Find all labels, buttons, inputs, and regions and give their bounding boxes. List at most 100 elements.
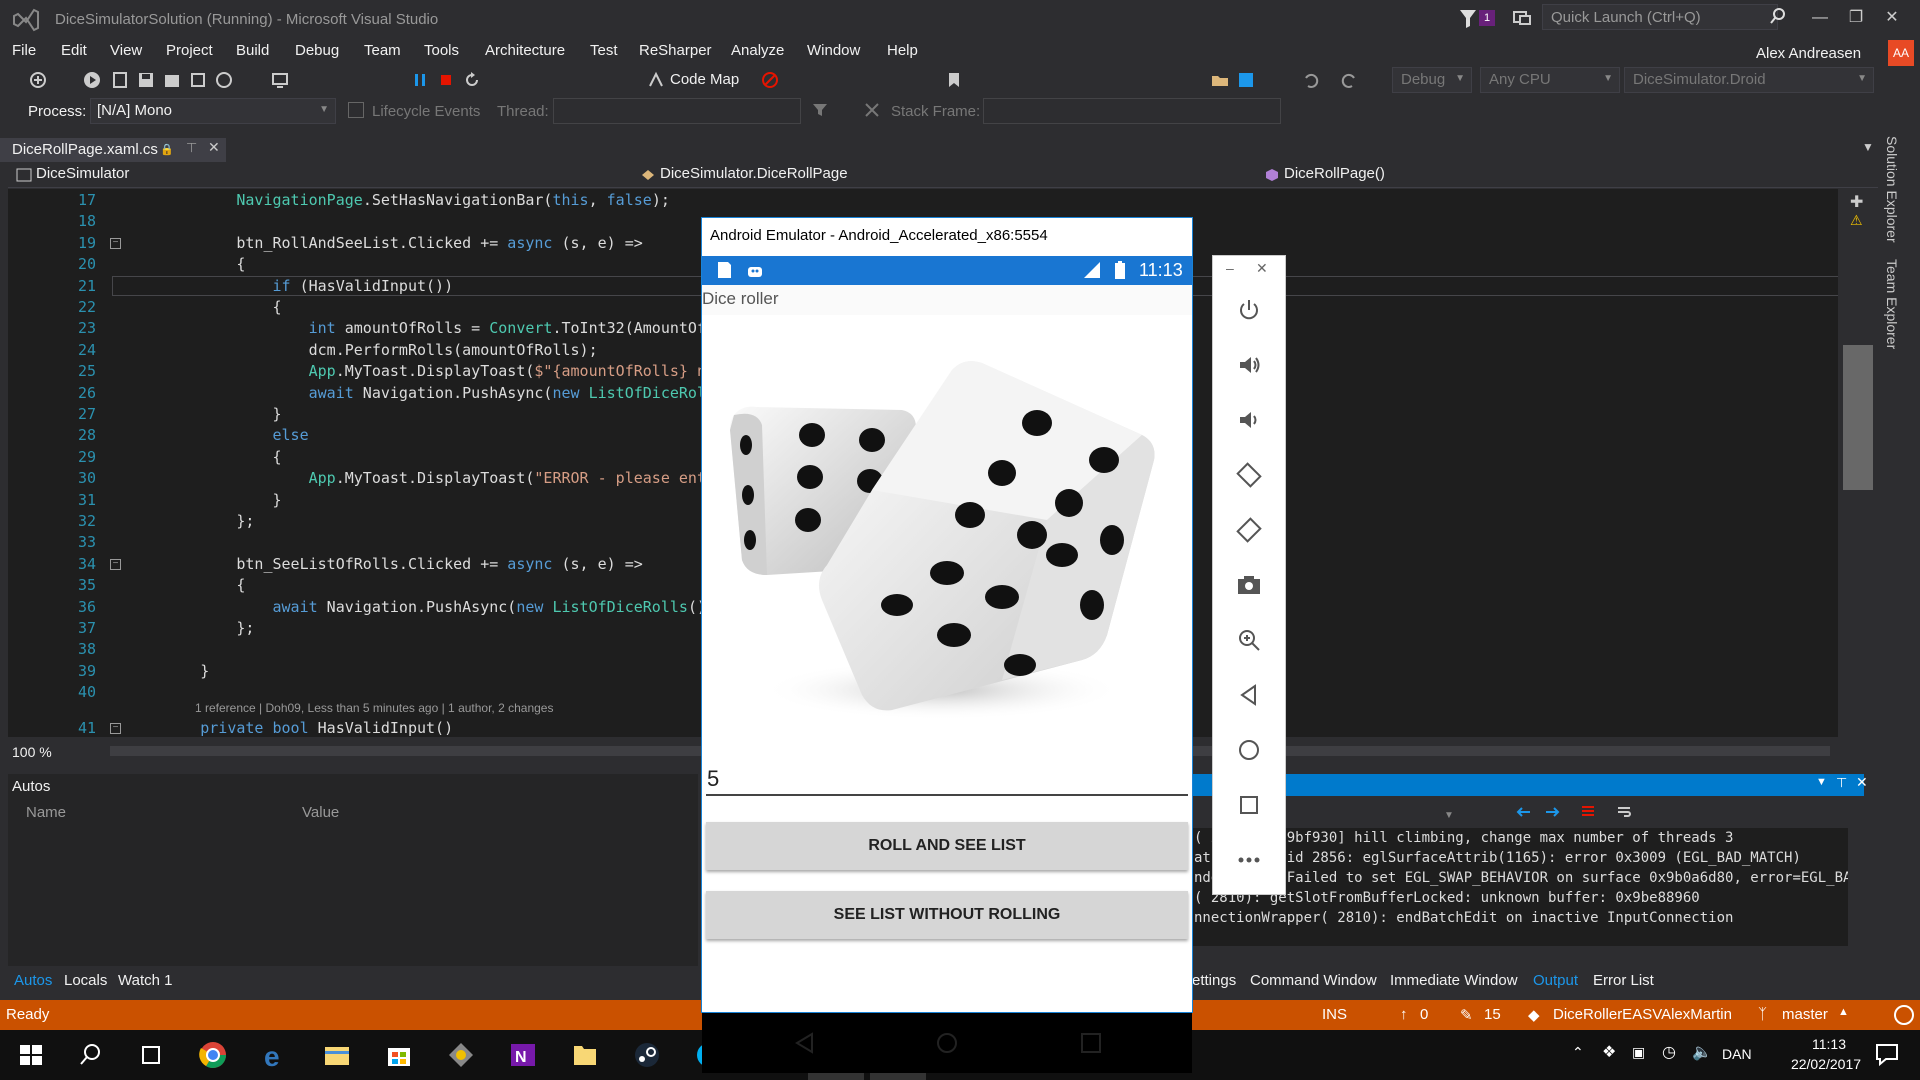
menu-help[interactable]: Help (887, 42, 918, 59)
emulator-close-button[interactable]: ✕ (1256, 260, 1268, 277)
tab-output[interactable]: Output (1533, 972, 1578, 989)
output-text-area[interactable]: ( 2 9a9bf930] hill climbing, change max … (1190, 828, 1864, 946)
menu-project[interactable]: Project (166, 42, 213, 59)
action-center-icon[interactable] (1874, 1041, 1900, 1067)
pause-icon[interactable] (410, 70, 430, 90)
dice-amount-input[interactable] (706, 762, 1188, 796)
menu-tools[interactable]: Tools (424, 42, 459, 59)
code-line[interactable]: int amountOfRolls = Convert.ToInt32(Amou… (128, 319, 706, 337)
scrollbar-thumb[interactable] (1843, 345, 1873, 490)
code-map-icon[interactable] (646, 70, 666, 90)
code-line[interactable]: await Navigation.PushAsync(new ListOfDic… (128, 384, 706, 402)
code-line[interactable]: } (128, 491, 281, 509)
device-icon[interactable] (270, 70, 290, 90)
zoom-icon[interactable] (1236, 627, 1262, 653)
code-line[interactable]: } (128, 662, 209, 680)
menu-view[interactable]: View (110, 42, 142, 59)
open-file-icon[interactable] (110, 70, 130, 90)
code-line[interactable]: }; (128, 619, 254, 637)
menu-analyze[interactable]: Analyze (731, 42, 784, 59)
unpublished-count[interactable]: 0 (1420, 1006, 1428, 1023)
code-line[interactable]: await Navigation.PushAsync(new ListOfDic… (128, 598, 707, 616)
input-language[interactable]: DAN (1722, 1046, 1752, 1062)
restore-button[interactable]: ❐ (1840, 6, 1872, 30)
no-diagnostics-icon[interactable] (760, 70, 780, 90)
minimize-button[interactable]: — (1804, 6, 1836, 30)
continue-icon[interactable] (82, 70, 102, 90)
member-select[interactable]: DiceRollPage() (1260, 165, 1876, 187)
close-icon[interactable]: ✕ (1856, 774, 1868, 791)
code-line[interactable]: App.MyToast.DisplayToast($"{amountOfRoll… (128, 362, 706, 380)
flag-threads-icon[interactable] (864, 102, 880, 118)
branch-name[interactable]: master (1782, 1006, 1828, 1023)
tab-team-explorer[interactable]: Team Explorer (1884, 259, 1900, 349)
fold-toggle-icon[interactable]: − (110, 237, 121, 249)
wifi-icon[interactable]: ◷ (1662, 1042, 1676, 1062)
configuration-select[interactable]: Debug ▼ (1392, 67, 1472, 93)
previous-message-icon[interactable] (1516, 804, 1532, 820)
volume-down-icon[interactable] (1236, 407, 1262, 433)
close-button[interactable]: ✕ (1876, 6, 1908, 30)
code-map-button[interactable]: Code Map (670, 71, 739, 88)
avatar[interactable]: AA (1888, 40, 1914, 66)
output-vertical-scrollbar[interactable] (1848, 828, 1864, 946)
code-line[interactable]: { (128, 448, 281, 466)
onenote-icon[interactable]: N (508, 1040, 538, 1070)
output-horizontal-scrollbar[interactable] (1190, 948, 1846, 964)
chevron-down-icon[interactable]: ▼ (1444, 810, 1454, 821)
toolbox-icon[interactable] (188, 70, 208, 90)
clear-all-icon[interactable] (1580, 804, 1596, 820)
output-dropdown-icon[interactable]: ▼ (1816, 776, 1827, 788)
split-editor-icon[interactable]: ✚ (1850, 192, 1863, 212)
save-all-icon[interactable] (162, 70, 182, 90)
notifications-icon[interactable] (1894, 1005, 1914, 1025)
emulator-minimize-button[interactable]: – (1226, 260, 1234, 276)
code-line[interactable]: { (128, 255, 245, 273)
pin-icon[interactable]: ⊤ (1836, 775, 1847, 791)
task-view-icon[interactable] (136, 1040, 166, 1070)
lifecycle-events-icon[interactable] (348, 102, 364, 118)
home-icon[interactable] (1236, 737, 1262, 763)
volume-icon[interactable]: 🔈 (1692, 1042, 1712, 1062)
code-line[interactable]: btn_RollAndSeeList.Clicked += async (s, … (128, 234, 642, 252)
tab-exception-settings[interactable]: ettings (1192, 972, 1236, 989)
edge-icon[interactable]: e (260, 1040, 290, 1070)
code-line[interactable]: { (128, 576, 245, 594)
fold-toggle-icon[interactable]: − (110, 558, 121, 570)
filter-icon[interactable] (812, 102, 828, 118)
menu-resharper[interactable]: ReSharper (639, 42, 712, 59)
see-list-without-rolling-button[interactable]: SEE LIST WITHOUT ROLLING (706, 891, 1188, 939)
fold-toggle-icon[interactable]: − (110, 722, 121, 734)
roll-and-see-list-button[interactable]: ROLL AND SEE LIST (706, 822, 1188, 870)
thread-select[interactable] (553, 98, 801, 124)
menu-window[interactable]: Window (807, 42, 860, 59)
project-select[interactable]: DiceSimulator (12, 165, 628, 187)
rotate-right-icon[interactable] (1236, 517, 1262, 543)
autos-column-value[interactable]: Value (302, 804, 339, 821)
code-line[interactable]: } (128, 405, 281, 423)
bookmark-icon[interactable] (944, 70, 964, 90)
tab-error-list[interactable]: Error List (1593, 972, 1654, 989)
browser-link-icon[interactable] (214, 70, 234, 90)
volume-up-icon[interactable] (1236, 352, 1262, 378)
search-icon[interactable] (76, 1040, 106, 1070)
clock-date[interactable]: 22/02/2017 (1776, 1056, 1876, 1072)
code-line[interactable]: }; (128, 512, 254, 530)
user-name[interactable]: Alex Andreasen (1756, 45, 1861, 62)
overview-icon[interactable] (1236, 792, 1262, 818)
windows-start-icon[interactable] (16, 1040, 46, 1070)
tab-immediate-window[interactable]: Immediate Window (1390, 972, 1518, 989)
platform-select[interactable]: Any CPU ▼ (1480, 67, 1620, 93)
clock-time[interactable]: 11:13 (1789, 1036, 1869, 1052)
send-feedback-icon[interactable] (1512, 8, 1532, 28)
code-line[interactable]: else (128, 426, 309, 444)
menu-team[interactable]: Team (364, 42, 401, 59)
tab-locals[interactable]: Locals (64, 972, 107, 989)
back-icon[interactable] (1236, 682, 1262, 708)
menu-architecture[interactable]: Architecture (485, 42, 565, 59)
code-line[interactable]: private bool HasValidInput() (128, 719, 453, 737)
quick-launch-input[interactable]: Quick Launch (Ctrl+Q) (1542, 4, 1778, 30)
menu-test[interactable]: Test (590, 42, 618, 59)
save-icon[interactable] (136, 70, 156, 90)
chevron-up-icon[interactable]: ⌃ (1572, 1044, 1584, 1061)
